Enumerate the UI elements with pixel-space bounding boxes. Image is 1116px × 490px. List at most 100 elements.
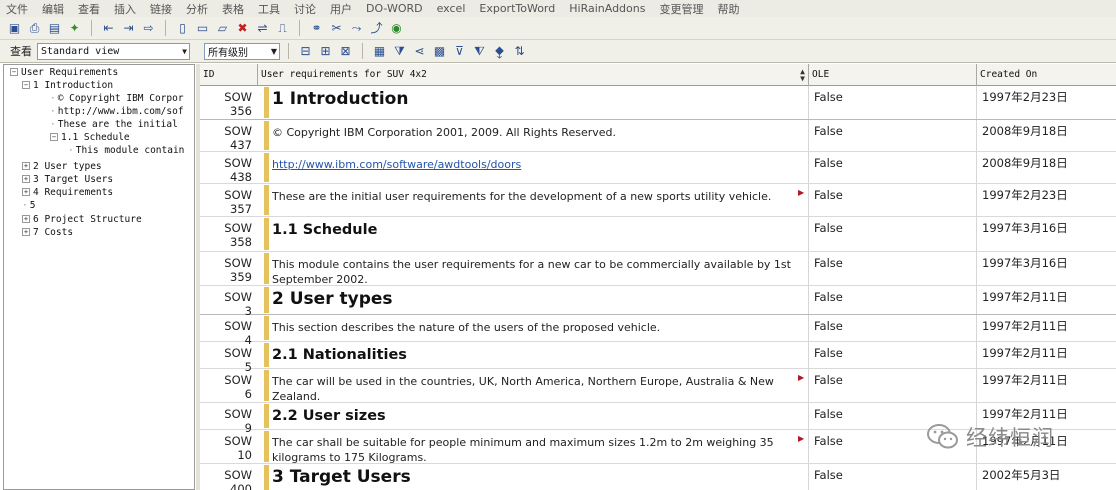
discussion-flag-icon[interactable]: ▶: [798, 373, 804, 382]
menu-item[interactable]: 插入: [114, 1, 136, 17]
column-header-created-on[interactable]: Created On: [977, 64, 1116, 86]
cell-object-text[interactable]: This section describes the nature of the…: [272, 315, 807, 335]
print-icon[interactable]: ⎙: [26, 20, 43, 37]
module-explorer-tree[interactable]: − User Requirements −1 Introduction · © Copy…: [3, 64, 195, 490]
funnel-icon[interactable]: ⊽: [451, 43, 468, 60]
expand-icon[interactable]: +: [22, 162, 30, 170]
tree-node[interactable]: · These are the initial: [50, 118, 178, 131]
cell-object-text[interactable]: The car will be used in the countries, U…: [272, 369, 807, 404]
menu-item[interactable]: 分析: [186, 1, 208, 17]
table-row[interactable]: SOW 437 © Copyright IBM Corporation 2001,…: [200, 120, 1116, 152]
save-icon[interactable]: ▣: [6, 20, 23, 37]
menu-item[interactable]: 用户: [330, 1, 352, 17]
globe-icon[interactable]: ◉: [388, 20, 405, 37]
link-target-icon[interactable]: ⤴: [368, 20, 385, 37]
cell-object-text[interactable]: 2.2 User sizes: [272, 403, 807, 425]
menu-item[interactable]: 文件: [6, 1, 28, 17]
column-header-ole[interactable]: OLE: [809, 64, 977, 86]
cell-object-text[interactable]: 2.1 Nationalities: [272, 342, 807, 364]
expand-icon[interactable]: +: [22, 175, 30, 183]
tree-node[interactable]: · This module contain: [68, 144, 184, 157]
menu-item[interactable]: 链接: [150, 1, 172, 17]
outdent-icon[interactable]: ⇨: [140, 20, 157, 37]
tree-node[interactable]: −1.1 Schedule: [50, 131, 130, 144]
share-icon[interactable]: ⋖: [411, 43, 428, 60]
tree-node[interactable]: +3 Target Users: [22, 173, 113, 186]
menu-item[interactable]: 帮助: [717, 1, 739, 17]
cell-object-text[interactable]: 1 Introduction: [272, 86, 807, 109]
column-header-id[interactable]: ID: [200, 64, 258, 86]
collapse-icon[interactable]: −: [10, 68, 18, 76]
table-row[interactable]: SOW 356 1 Introduction False 1997年2月23日: [200, 86, 1116, 120]
collapse-icon[interactable]: −: [22, 81, 30, 89]
insert-below-icon[interactable]: ▭: [194, 20, 211, 37]
delete-object-icon[interactable]: ✖: [234, 20, 251, 37]
menu-item[interactable]: 查看: [78, 1, 100, 17]
table-row[interactable]: SOW 6 The car will be used in the countri…: [200, 369, 1116, 403]
tree-node[interactable]: +2 User types: [22, 160, 102, 173]
filter-edit-icon[interactable]: ⧨: [471, 43, 488, 60]
table-row[interactable]: SOW 358 1.1 Schedule False 1997年3月16日: [200, 217, 1116, 252]
link-source-icon[interactable]: ⤳: [348, 20, 365, 37]
tree-node[interactable]: +7 Costs: [22, 226, 73, 239]
menu-item[interactable]: HiRainAddons: [569, 2, 645, 15]
cell-object-text[interactable]: http://www.ibm.com/software/awdtools/doo…: [272, 152, 807, 172]
tree-node[interactable]: +4 Requirements: [22, 186, 113, 199]
cell-object-text[interactable]: 2 User types: [272, 286, 807, 309]
menu-item[interactable]: 讨论: [294, 1, 316, 17]
cell-object-text[interactable]: © Copyright IBM Corporation 2001, 2009. …: [272, 120, 807, 140]
indent-icon[interactable]: ⇥: [120, 20, 137, 37]
expand-icon[interactable]: +: [22, 228, 30, 236]
tree-node[interactable]: −1 Introduction: [22, 79, 113, 92]
table-row[interactable]: SOW 359 This module contains the user req…: [200, 252, 1116, 286]
view-select[interactable]: Standard view ▼: [37, 42, 190, 60]
level-up-icon[interactable]: ⊟: [297, 43, 314, 60]
link-icon[interactable]: ⇌: [254, 20, 271, 37]
level-all-icon[interactable]: ⊠: [337, 43, 354, 60]
tree-node[interactable]: · http://www.ibm.com/sof: [50, 105, 184, 118]
cell-object-text[interactable]: The car shall be suitable for people min…: [272, 430, 807, 465]
level-down-icon[interactable]: ⊞: [317, 43, 334, 60]
cell-object-text[interactable]: 3 Target Users: [272, 464, 807, 487]
cell-object-text[interactable]: This module contains the user requiremen…: [272, 252, 807, 287]
filter-clear-icon[interactable]: ⧪: [491, 43, 508, 60]
tree-node[interactable]: − User Requirements: [10, 66, 118, 79]
expand-icon[interactable]: +: [22, 188, 30, 196]
indent-left-icon[interactable]: ⇤: [100, 20, 117, 37]
discussion-flag-icon[interactable]: ▶: [798, 434, 804, 443]
split-icon[interactable]: ⎍: [274, 20, 291, 37]
menu-item[interactable]: 编辑: [42, 1, 64, 17]
cell-object-text[interactable]: 1.1 Schedule: [272, 217, 807, 239]
make-link-icon[interactable]: ⚭: [308, 20, 325, 37]
discussion-flag-icon[interactable]: ▶: [798, 188, 804, 197]
expand-icon[interactable]: +: [22, 215, 30, 223]
cell-object-text[interactable]: These are the initial user requirements …: [272, 184, 807, 204]
insert-object-icon[interactable]: ▯: [174, 20, 191, 37]
sort-icon[interactable]: ⇅: [511, 43, 528, 60]
table-row[interactable]: SOW 400 3 Target Users False 2002年5月3日: [200, 464, 1116, 490]
collapse-icon[interactable]: −: [50, 133, 58, 141]
hyperlink[interactable]: http://www.ibm.com/software/awdtools/doo…: [272, 158, 521, 171]
tree-node[interactable]: +6 Project Structure: [22, 213, 142, 226]
insert-after-icon[interactable]: ▱: [214, 20, 231, 37]
menu-item[interactable]: excel: [437, 2, 466, 15]
column-header-title[interactable]: User requirements for SUV 4x2 ▲ ▼: [258, 64, 809, 86]
table-row[interactable]: SOW 3 2 User types False 1997年2月11日: [200, 286, 1116, 318]
table-row[interactable]: SOW 5 2.1 Nationalities False 1997年2月11日: [200, 342, 1116, 374]
menu-item[interactable]: ExportToWord: [479, 2, 555, 15]
star-icon[interactable]: ✦: [66, 20, 83, 37]
table-row[interactable]: SOW 4 This section describes the nature o…: [200, 315, 1116, 347]
properties-icon[interactable]: ▤: [46, 20, 63, 37]
menu-item[interactable]: DO-WORD: [366, 2, 423, 15]
tree-node[interactable]: · 5: [22, 199, 35, 212]
level-select[interactable]: 所有级别 ▼: [204, 42, 280, 60]
graphics-icon[interactable]: ▩: [431, 43, 448, 60]
outline-icon[interactable]: ▦: [371, 43, 388, 60]
table-row[interactable]: SOW 357 These are the initial user requir…: [200, 184, 1116, 217]
table-row[interactable]: SOW 438 http://www.ibm.com/software/awdto…: [200, 152, 1116, 184]
menu-item[interactable]: 变更管理: [659, 1, 703, 17]
menu-item[interactable]: 工具: [258, 1, 280, 17]
menu-item[interactable]: 表格: [222, 1, 244, 17]
filter-icon[interactable]: ⧩: [391, 43, 408, 60]
cut-link-icon[interactable]: ✂: [328, 20, 345, 37]
